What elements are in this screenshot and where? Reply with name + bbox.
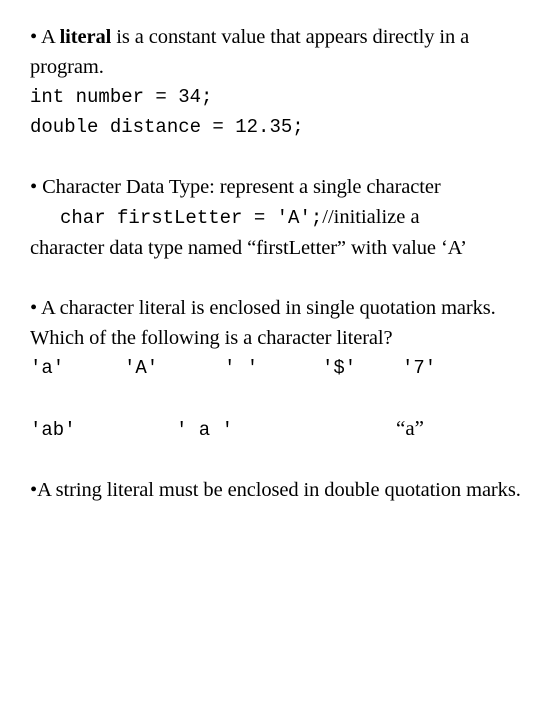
literal-option-curly-a: “a” [396,416,424,440]
character-literal-question-text: A character literal is enclosed in singl… [30,297,506,349]
string-literal-text: A string literal must be enclosed in dou… [37,479,521,501]
string-literal-paragraph: •A string literal must be enclosed in do… [30,475,530,505]
literal-option-spaced-a: ' a ' [176,419,234,441]
code-line-int-number: int number = 34; [30,86,213,108]
code-line-char-firstletter: char firstLetter = 'A';//initialize a [30,202,532,233]
code-line-double-distance: double distance = 12.35; [30,116,304,138]
literal-option-seven: '7' [402,357,437,379]
literal-option-space: ' ' [224,357,259,379]
literal-option-dollar: '$' [322,357,357,379]
character-literal-question-paragraph: • A character literal is enclosed in sin… [30,293,530,353]
literal-bold-word: literal [59,26,112,48]
literal-options-row-two: 'ab' ' a ' “a” [30,413,532,445]
literal-option-a: 'a' [30,357,65,379]
character-explanation-paragraph: character data type named “firstLetter” … [30,237,467,259]
literal-option-capital-a: 'A' [124,357,159,379]
character-data-type-paragraph: • Character Data Type: represent a singl… [30,172,530,202]
literal-option-ab: 'ab' [30,419,76,441]
literal-options-row-one: 'a' 'A' ' ' '$' '7' [30,353,532,383]
char-declaration-comment: //initialize a [322,206,420,228]
literal-definition-paragraph: • A literal is a constant value that app… [30,22,530,82]
character-data-type-text: Character Data Type: represent a single … [37,176,441,198]
literal-definition-lead: A [37,26,60,48]
char-declaration-code: char firstLetter = 'A'; [60,207,323,229]
slide-canvas: • A literal is a constant value that app… [0,0,540,720]
